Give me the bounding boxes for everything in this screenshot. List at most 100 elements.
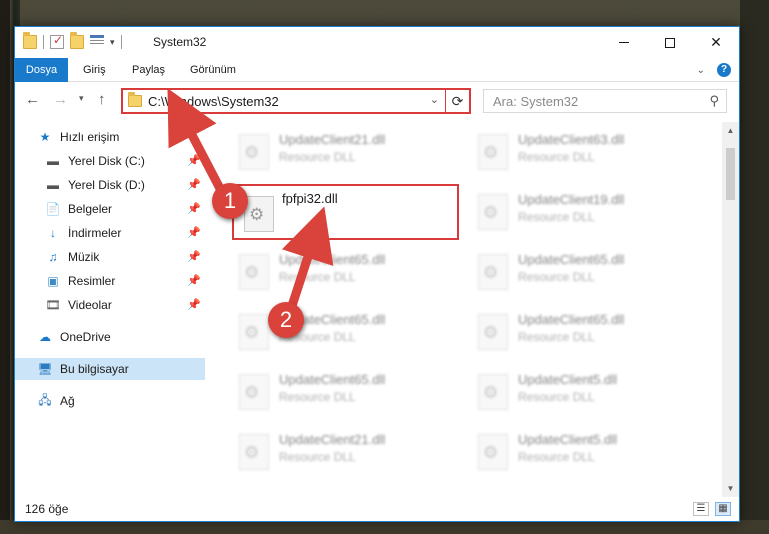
file-tile[interactable]: UpdateClient65.dll Resource DLL	[231, 366, 461, 422]
file-type: Resource DLL	[279, 270, 356, 284]
file-tile[interactable]: UpdateClient19.dll Resource DLL	[470, 186, 700, 242]
back-arrow-icon[interactable]: ←	[25, 91, 40, 108]
dll-file-icon	[478, 434, 508, 470]
tab-file[interactable]: Dosya	[15, 58, 68, 82]
dll-file-icon	[478, 194, 508, 230]
file-tile[interactable]: UpdateClient5.dll Resource DLL	[470, 426, 700, 482]
sidebar-item-label: OneDrive	[60, 330, 111, 344]
dll-file-icon	[239, 314, 269, 350]
file-name: UpdateClient65.dll	[518, 252, 625, 267]
search-input[interactable]: Ara: System32 ⚲	[483, 89, 727, 113]
file-name: UpdateClient63.dll	[518, 132, 625, 147]
dll-file-icon	[239, 374, 269, 410]
tab-view[interactable]: Görünüm	[179, 58, 247, 82]
chevron-down-icon[interactable]: ⌄	[430, 93, 439, 106]
sidebar-item-label: Ağ	[60, 394, 75, 408]
search-placeholder: Ara: System32	[493, 94, 579, 109]
pin-icon[interactable]: 📌	[187, 226, 201, 239]
tab-share[interactable]: Paylaş	[121, 58, 176, 82]
maximize-button[interactable]	[647, 27, 693, 58]
file-type: Resource DLL	[518, 390, 595, 404]
dll-file-icon	[478, 374, 508, 410]
documents-icon: 📄	[45, 202, 61, 216]
pin-icon[interactable]: 📌	[187, 154, 201, 167]
forward-arrow-icon[interactable]: →	[53, 91, 68, 108]
file-type: Resource DLL	[279, 150, 356, 164]
sidebar-item-pictures[interactable]: ▣ Resimler 📌	[45, 270, 205, 292]
pin-icon[interactable]: 📌	[187, 298, 201, 311]
scrollbar-thumb[interactable]	[726, 148, 735, 200]
file-type: Resource DLL	[279, 390, 356, 404]
sidebar-item-videos[interactable]: 🎞 Videolar 📌	[45, 294, 205, 316]
file-tile[interactable]: UpdateClient65.dll Resource DLL	[470, 246, 700, 302]
scroll-down-icon[interactable]: ▼	[722, 480, 739, 497]
file-tile[interactable]: UpdateClient21.dll Resource DLL	[231, 426, 461, 482]
sidebar-item-local-disk-c[interactable]: ▬ Yerel Disk (C:) 📌	[45, 150, 205, 172]
sidebar-item-label: Videolar	[68, 298, 112, 312]
file-tile[interactable]: UpdateClient63.dll Resource DLL	[470, 126, 700, 182]
sidebar-item-label: Bu bilgisayar	[60, 362, 129, 376]
explorer-window: ▾ System32 ✕ Dosya Giriş Paylaş Görünüm …	[14, 26, 740, 522]
refresh-icon[interactable]: ⟳	[445, 90, 469, 112]
pictures-icon: ▣	[47, 274, 59, 288]
address-bar[interactable]: C:\Windows\System32 ⌄ ⟳	[121, 88, 471, 114]
pin-icon[interactable]: 📌	[187, 178, 201, 191]
customize-icon[interactable]	[90, 35, 104, 49]
vertical-scrollbar[interactable]: ▲ ▼	[722, 122, 739, 497]
chevron-down-icon[interactable]: ⌄	[697, 65, 705, 76]
dll-file-icon	[244, 196, 274, 232]
drive-icon: ▬	[47, 178, 59, 192]
file-tile[interactable]: UpdateClient65.dll Resource DLL	[231, 246, 461, 302]
pin-icon[interactable]: 📌	[187, 202, 201, 215]
file-type: Resource DLL	[518, 270, 595, 284]
sidebar-item-documents[interactable]: 📄 Belgeler 📌	[45, 198, 205, 220]
close-icon: ✕	[710, 34, 722, 50]
file-name: UpdateClient65.dll	[279, 252, 386, 267]
folder-icon	[23, 32, 37, 49]
sidebar-item-quick-access[interactable]: ★ Hızlı erişim	[37, 126, 227, 148]
new-folder-icon[interactable]	[70, 32, 84, 49]
music-icon: ♫	[48, 250, 58, 264]
dll-file-icon	[239, 134, 269, 170]
file-name: UpdateClient19.dll	[518, 192, 625, 207]
file-tile[interactable]: UpdateClient65.dll Resource DLL	[231, 306, 461, 362]
file-tile-fpfpi32[interactable]: fpfpi32.dll	[232, 184, 459, 240]
help-icon[interactable]: ?	[717, 63, 731, 77]
scroll-up-icon[interactable]: ▲	[722, 122, 739, 139]
pin-icon[interactable]: 📌	[187, 250, 201, 263]
qat-dropdown-icon[interactable]: ▾	[110, 37, 115, 48]
sidebar-item-music[interactable]: ♫ Müzik 📌	[45, 246, 205, 268]
sidebar-item-this-pc[interactable]: 🖥 Bu bilgisayar	[15, 358, 205, 380]
dll-file-icon	[239, 254, 269, 290]
minimize-icon	[619, 42, 629, 43]
file-tile[interactable]: UpdateClient5.dll Resource DLL	[470, 366, 700, 422]
item-count: 126 öğe	[25, 502, 69, 516]
file-name: UpdateClient21.dll	[279, 432, 386, 447]
sidebar-item-label: İndirmeler	[68, 226, 122, 240]
step-1-badge: 1	[212, 183, 248, 219]
status-bar: 126 öğe ☰ ▦	[15, 499, 739, 521]
sidebar-item-downloads[interactable]: ↓ İndirmeler 📌	[45, 222, 205, 244]
close-button[interactable]: ✕	[693, 27, 739, 58]
file-tile[interactable]: UpdateClient65.dll Resource DLL	[470, 306, 700, 362]
step-2-badge: 2	[268, 302, 304, 338]
recent-locations-icon[interactable]: ▾	[79, 93, 84, 104]
address-path[interactable]: C:\Windows\System32	[148, 94, 279, 109]
search-icon[interactable]: ⚲	[709, 93, 719, 109]
tiles-view-icon[interactable]: ▦	[715, 502, 731, 516]
divider	[120, 35, 122, 49]
tab-home[interactable]: Giriş	[72, 58, 117, 82]
up-arrow-icon[interactable]: ↑	[98, 91, 106, 108]
divider	[43, 35, 44, 49]
sidebar-item-onedrive[interactable]: ☁ OneDrive	[37, 326, 205, 348]
properties-check-icon[interactable]	[50, 33, 64, 49]
sidebar-item-network[interactable]: 🖧 Ağ	[37, 390, 205, 412]
file-tile[interactable]: UpdateClient21.dll Resource DLL	[231, 126, 461, 182]
details-view-icon[interactable]: ☰	[693, 502, 709, 516]
sidebar-item-label: Belgeler	[68, 202, 113, 216]
file-type: Resource DLL	[518, 450, 595, 464]
minimize-button[interactable]	[601, 27, 647, 58]
window-title: System32	[153, 35, 207, 49]
pin-icon[interactable]: 📌	[187, 274, 201, 287]
sidebar-item-local-disk-d[interactable]: ▬ Yerel Disk (D:) 📌	[45, 174, 205, 196]
